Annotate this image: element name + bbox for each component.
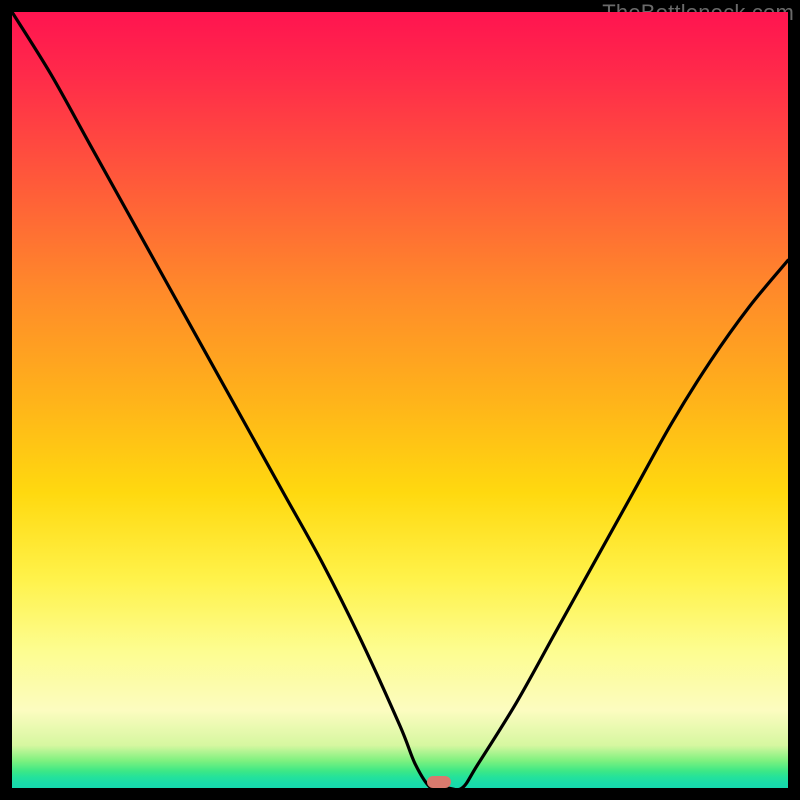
optimal-point-marker: [427, 776, 451, 788]
bottleneck-curve: [12, 12, 788, 788]
chart-frame: [12, 12, 788, 788]
